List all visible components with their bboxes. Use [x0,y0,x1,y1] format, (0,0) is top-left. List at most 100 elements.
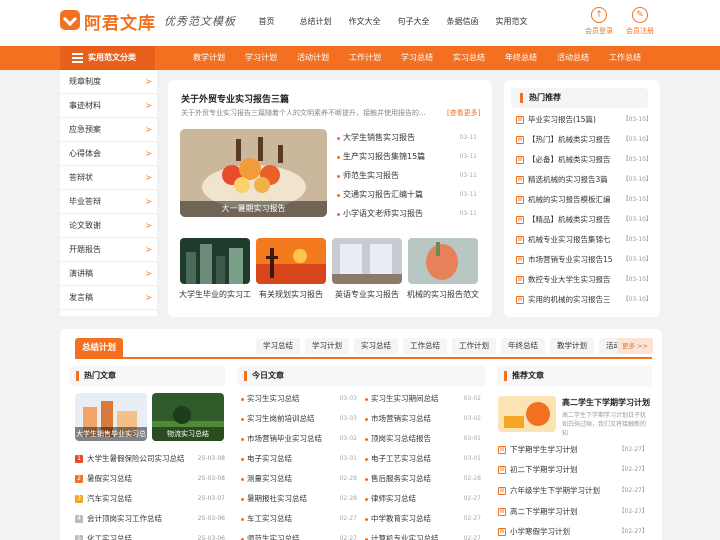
sidebar-item-emergency[interactable]: 应急预案 > [60,118,157,142]
nav-letters[interactable]: 条据信函 [438,16,487,27]
thumb-image-room[interactable] [332,238,402,284]
category-menu-button[interactable]: 实用范文分类 [60,46,155,70]
thumb-caption[interactable]: 有关规划实习报告 [253,289,329,300]
hot-article-row[interactable]: 5 化工实习总结 25-03-06 [75,529,225,540]
thumb-caption[interactable]: 大学生毕业的实习工 [177,289,253,300]
recommend-item-date: 【02-27】 [618,487,648,494]
hot-article-row[interactable]: 1 大学生暑假保险公司实习总结 25-03-08 [75,449,225,469]
nav-essays[interactable]: 作文大全 [340,16,389,27]
cat-link-yearend-summary[interactable]: 年终总结 [505,46,537,70]
today-article-row[interactable]: 售后服务实习总结 02-28 [365,469,481,489]
today-article-row[interactable]: 律师实习总结 02-27 [365,489,481,509]
nav-sentences[interactable]: 句子大全 [389,16,438,27]
login-button[interactable]: ↑ 会员登录 [579,7,619,36]
tag-work-summary[interactable]: 工作总结 [403,338,447,354]
list-item[interactable]: 生产实习报告集锦15篇 03-11 [337,148,477,166]
hot-article-date: 25-03-06 [197,535,225,540]
tag-study-summary[interactable]: 学习总结 [256,338,300,354]
hot-article-row[interactable]: 2 暑假实习总结 25-03-08 [75,469,225,489]
sidebar-item-acknowledgement[interactable]: 论文致谢 > [60,214,157,238]
cat-link-work-summary[interactable]: 工作总结 [609,46,641,70]
featured-more-link[interactable]: [查看更多] [447,108,480,118]
recommend-row[interactable]: W 高二下学期学习计划 【02-27】 [498,502,648,522]
hot-article-image[interactable]: 大学生销售毕业实习总 [75,393,147,441]
nav-summary-plan[interactable]: 总结计划 [291,16,340,27]
sidebar-item-reflections[interactable]: 心得体会 > [60,142,157,166]
today-article-row[interactable]: 实习生实习期间总结 03-02 [365,389,481,409]
cat-link-study-plan[interactable]: 学习计划 [245,46,277,70]
thumb-caption[interactable]: 机械的实习报告范文 [405,289,481,300]
sidebar-item-rules[interactable]: 规章制度 > [60,70,157,94]
today-article-row[interactable]: 实习生岗前培训总结 03-03 [241,409,357,429]
tag-study-plan[interactable]: 学习计划 [305,338,349,354]
today-articles-header: 今日文章 [237,366,485,386]
hot-item[interactable]: W 机械的实习报告模板汇编 【03-10】 [516,190,652,210]
today-article-row[interactable]: 顶岗实习总结报告 03-01 [365,429,481,449]
list-item[interactable]: 大学生销售实习报告 03-11 [337,129,477,147]
tag-intern-summary[interactable]: 实习总结 [354,338,398,354]
tag-yearend-summary[interactable]: 年终总结 [501,338,545,354]
tag-work-plan[interactable]: 工作计划 [452,338,496,354]
today-article-row[interactable]: 暑期报社实习总结 02-28 [241,489,357,509]
today-article-title: 暑期报社实习总结 [247,494,307,503]
cat-link-activity-summary[interactable]: 活动总结 [557,46,589,70]
hot-item[interactable]: W 市场营销专业实习报告15 【03-10】 [516,250,652,270]
hot-item[interactable]: W 数控专业大学生实习报告 【03-10】 [516,270,652,290]
today-article-title: 顶岗实习总结报告 [371,434,431,443]
hot-item[interactable]: W 毕业实习报告(15篇) 【03-10】 [516,110,652,130]
hot-article-row[interactable]: 4 会计顶岗实习工作总结 25-03-06 [75,509,225,529]
featured-big-image[interactable]: 大一暑期实习报告 [180,129,327,217]
sidebar-item-defense[interactable]: 答辩状 > [60,166,157,190]
hot-item[interactable]: W 【必备】机械类实习报告 【03-10】 [516,150,652,170]
hot-item[interactable]: W 实用的机械的实习报告三 【03-10】 [516,290,652,310]
register-button[interactable]: ✎ 会员注册 [620,7,660,36]
site-logo-text[interactable]: 阿君文库 [84,9,156,34]
list-item[interactable]: 交通实习报告汇编十篇 03-11 [337,186,477,204]
today-article-row[interactable]: 电子工艺实习总结 03-01 [365,449,481,469]
cat-link-study-summary[interactable]: 学习总结 [401,46,433,70]
hot-article-row[interactable]: 3 汽车实习总结 25-03-07 [75,489,225,509]
cat-link-teaching-plan[interactable]: 教学计划 [193,46,225,70]
logo-check-icon[interactable] [60,10,80,30]
cat-link-work-plan[interactable]: 工作计划 [349,46,381,70]
hot-article-image[interactable]: 物流实习总结 [152,393,224,441]
cat-link-activity-plan[interactable]: 活动计划 [297,46,329,70]
recommend-row[interactable]: W 下学期学生学习计划 【02-27】 [498,440,648,460]
sidebar-item-graduation-defense[interactable]: 毕业答辩 > [60,190,157,214]
nav-practical[interactable]: 实用范文 [487,16,536,27]
sidebar-item-address[interactable]: 发言稿 > [60,286,157,310]
today-article-row[interactable]: 市场营销实习总结 03-02 [365,409,481,429]
list-item[interactable]: 小学语文老师实习报告 03-11 [337,205,477,223]
recommend-row[interactable]: W 初二下学期学习计划 【02-27】 [498,460,648,480]
list-item[interactable]: 师范生实习报告 03-11 [337,167,477,185]
thumb-image-sunset[interactable] [256,238,326,284]
today-article-row[interactable]: 实习生实习总结 03-03 [241,389,357,409]
thumb-caption[interactable]: 英语专业实习报告 [329,289,405,300]
tag-teaching-plan[interactable]: 教学计划 [550,338,594,354]
today-article-row[interactable]: 中学教育实习总结 02-27 [365,509,481,529]
hot-item[interactable]: W 机械专业实习报告集锦七 【03-10】 [516,230,652,250]
today-article-row[interactable]: 计算机专业实习总结 02-27 [365,529,481,540]
thumb-image-city[interactable] [180,238,250,284]
recommend-card-image[interactable] [498,396,556,432]
hot-item[interactable]: W 【精品】机械类实习报告 【03-10】 [516,210,652,230]
thumb-image-drink[interactable] [408,238,478,284]
recommend-row[interactable]: W 六年级学生下学期学习计划 【02-27】 [498,481,648,501]
sidebar-item-deeds[interactable]: 事迹材料 > [60,94,157,118]
recommend-card-title[interactable]: 高二学生下学期学习计划 [562,397,650,408]
recommend-row[interactable]: W 小学寒假学习计划 【02-27】 [498,522,648,540]
today-article-row[interactable]: 车工实习总结 02-27 [241,509,357,529]
sidebar-item-speech[interactable]: 演讲稿 > [60,262,157,286]
hot-item[interactable]: W 精选机械的实习报告3篇 【03-10】 [516,170,652,190]
section-more-link[interactable]: 更多 >> [617,338,653,354]
sidebar-item-proposal[interactable]: 开题报告 > [60,238,157,262]
today-article-row[interactable]: 市场营销毕业实习总结 03-02 [241,429,357,449]
today-article-row[interactable]: 师范生实习总结 02-27 [241,529,357,540]
cat-link-intern-summary[interactable]: 实习总结 [453,46,485,70]
hot-item[interactable]: W 【热门】机械类实习报告 【03-10】 [516,130,652,150]
nav-home[interactable]: 首页 [242,16,291,27]
section-title-tab[interactable]: 总结计划 [75,338,123,358]
today-article-row[interactable]: 电子实习总结 03-01 [241,449,357,469]
today-article-row[interactable]: 测量实习总结 02-28 [241,469,357,489]
featured-title[interactable]: 关于外贸专业实习报告三篇 [181,92,289,105]
